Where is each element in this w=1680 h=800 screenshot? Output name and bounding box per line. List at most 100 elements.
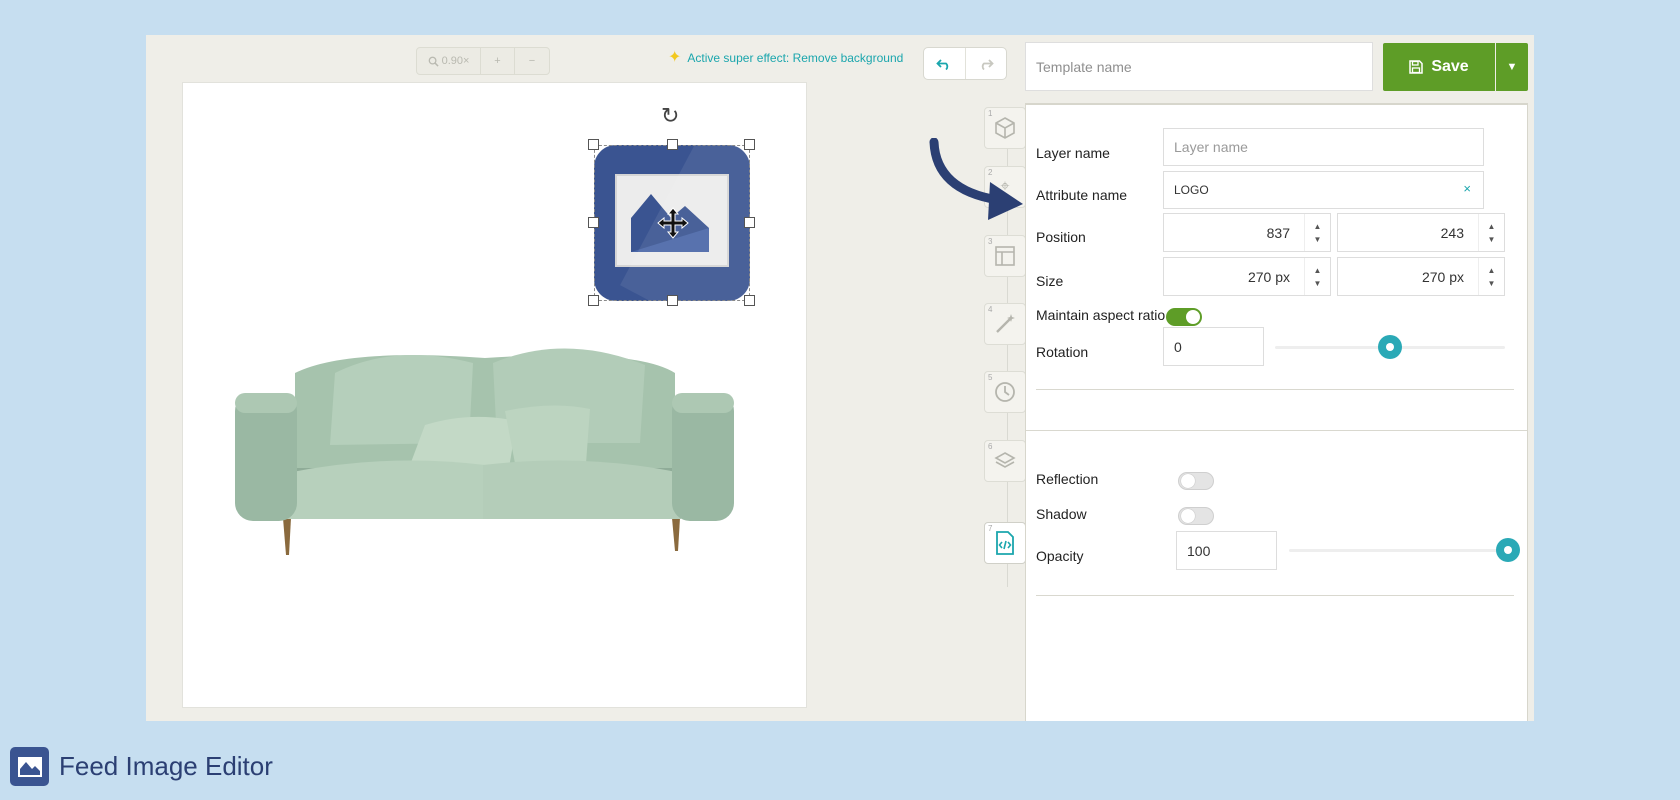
brand-name: Feed Image Editor [59,751,273,781]
resize-handle-bottom-right[interactable] [744,295,755,306]
attribute-name-label: Attribute name [1036,187,1128,203]
size-width-value: 270 px [1247,268,1290,285]
template-name-input[interactable] [1025,42,1373,91]
redo-button[interactable] [966,48,1007,79]
size-height-value: 270 px [1421,268,1464,285]
position-y-value: 243 [1440,224,1464,241]
layers-icon [994,452,1016,468]
code-file-icon [996,531,1014,555]
aspect-ratio-label: Maintain aspect ratio [1036,307,1166,323]
opacity-value: 100 [1187,542,1211,559]
attribute-name-value: LOGO [1174,183,1209,197]
brand-logo [10,747,49,786]
save-options-dropdown[interactable]: ▼ [1496,43,1528,91]
cube-icon [995,117,1015,139]
active-effect-note: ✦ Active super effect: Remove background [668,50,903,66]
layer-settings-panel: Layer name Layer name Attribute name LOG… [1025,103,1528,721]
size-height-stepper[interactable]: ▲ ▼ [1478,258,1504,295]
active-effect-text: Active super effect: Remove background [687,51,904,65]
caret-up-icon[interactable]: ▲ [1488,266,1496,275]
editor-app: 0.90× + − ✦ Active super effect: Remove … [146,35,1534,721]
caret-down-icon: ▼ [1506,61,1518,73]
magnifier-icon [428,56,439,67]
reflection-label: Reflection [1036,471,1099,487]
design-canvas[interactable]: ↻ [182,82,807,708]
shadow-toggle[interactable] [1178,507,1214,525]
toggle-knob [1181,474,1195,488]
section-divider [1036,595,1514,596]
tab-schedule[interactable]: 5 [984,371,1026,413]
tab-number: 6 [988,442,993,451]
rotate-icon[interactable]: ↻ [661,105,679,127]
rotation-label: Rotation [1036,344,1089,360]
size-label: Size [1036,273,1064,289]
aspect-ratio-toggle[interactable] [1166,308,1202,326]
resize-handle-bottom[interactable] [667,295,678,306]
resize-handle-left[interactable] [588,217,599,228]
attribute-name-select[interactable]: LOGO × [1163,171,1484,209]
opacity-slider-thumb[interactable] [1496,538,1520,562]
tab-layout[interactable]: 3 [984,235,1026,277]
tab-number: 4 [988,305,993,314]
position-x-input[interactable]: 837 ▲ ▼ [1163,213,1331,252]
position-label: Position [1036,229,1086,245]
caret-down-icon[interactable]: ▼ [1314,235,1322,244]
caret-down-icon[interactable]: ▼ [1314,279,1322,288]
clear-attribute-button[interactable]: × [1463,181,1471,196]
floppy-disk-icon [1409,60,1424,74]
layout-icon [995,246,1015,266]
rotation-value: 0 [1174,338,1182,355]
rotation-input[interactable]: 0 [1163,327,1264,366]
zoom-in-button[interactable]: + [481,48,515,74]
layer-name-input[interactable]: Layer name [1163,128,1484,166]
position-y-input[interactable]: 243 ▲ ▼ [1337,213,1505,252]
toggle-knob [1186,310,1200,324]
move-cursor-icon [657,207,689,239]
caret-up-icon[interactable]: ▲ [1314,222,1322,231]
magic-wand-icon [996,314,1015,333]
opacity-label: Opacity [1036,548,1084,564]
toggle-knob [1181,509,1195,523]
clock-icon [995,382,1015,402]
zoom-level-display[interactable]: 0.90× [417,48,481,74]
undo-button[interactable] [924,48,966,79]
save-label: Save [1431,58,1469,75]
opacity-slider-track[interactable] [1289,549,1505,552]
undo-redo-group [923,47,1007,80]
tab-number: 5 [988,373,993,382]
save-button[interactable]: Save [1383,43,1495,91]
undo-icon [936,58,949,70]
section-divider [1036,389,1514,390]
caret-down-icon[interactable]: ▼ [1488,279,1496,288]
caret-down-icon[interactable]: ▼ [1488,235,1496,244]
position-x-stepper[interactable]: ▲ ▼ [1304,214,1330,251]
tab-number: 7 [988,524,993,533]
reflection-toggle[interactable] [1178,472,1214,490]
tab-number: 1 [988,109,993,118]
caret-up-icon[interactable]: ▲ [1488,222,1496,231]
zoom-out-button[interactable]: − [515,48,549,74]
layer-name-label: Layer name [1036,145,1110,161]
resize-handle-bottom-left[interactable] [588,295,599,306]
image-icon [17,756,42,777]
sofa-product-image[interactable] [235,293,735,558]
resize-handle-top-right[interactable] [744,139,755,150]
annotation-arrow-icon [929,138,1023,220]
tab-layers[interactable]: 6 [984,440,1026,482]
size-width-input[interactable]: 270 px ▲ ▼ [1163,257,1331,296]
size-width-stepper[interactable]: ▲ ▼ [1304,258,1330,295]
resize-handle-right[interactable] [744,217,755,228]
resize-handle-top-left[interactable] [588,139,599,150]
resize-handle-top[interactable] [667,139,678,150]
tab-effects[interactable]: 4 [984,303,1026,345]
position-y-stepper[interactable]: ▲ ▼ [1478,214,1504,251]
position-x-value: 837 [1266,224,1290,241]
shadow-label: Shadow [1036,506,1087,522]
tab-code[interactable]: 7 [984,522,1026,564]
caret-up-icon[interactable]: ▲ [1314,266,1322,275]
rotation-slider-thumb[interactable] [1378,335,1402,359]
opacity-input[interactable]: 100 [1176,531,1277,570]
zoom-level-text: 0.90× [441,55,470,67]
tab-number: 3 [988,237,993,246]
size-height-input[interactable]: 270 px ▲ ▼ [1337,257,1505,296]
